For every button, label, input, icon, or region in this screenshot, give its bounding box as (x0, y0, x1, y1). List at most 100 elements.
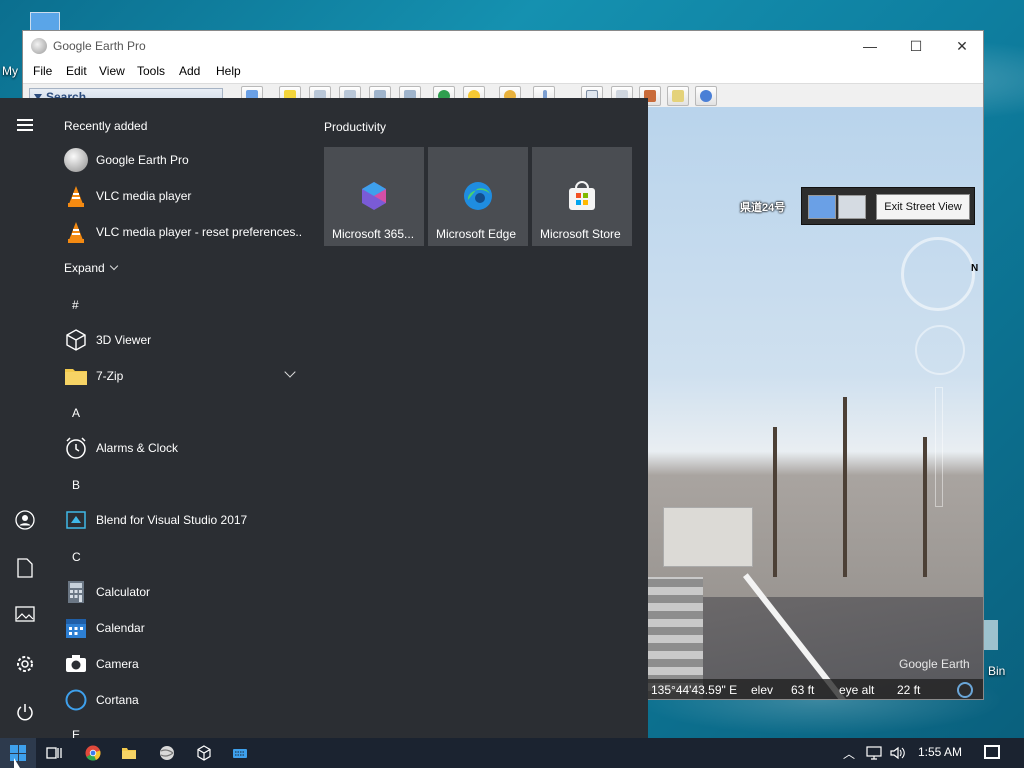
3d-viewer-icon (197, 745, 211, 761)
app-item-3d-viewer[interactable]: 3D Viewer (62, 324, 304, 356)
tile-microsoft-edge[interactable]: Microsoft Edge (428, 147, 528, 246)
chrome-icon (85, 745, 101, 761)
show-hidden-icons-chevron-up-icon[interactable]: ︿ (843, 745, 855, 762)
eye-alt-label: eye alt (839, 683, 875, 697)
eye-alt-value: 22 ft (897, 683, 921, 697)
start-rail (0, 98, 50, 738)
streaming-indicator-icon (957, 682, 973, 698)
close-button[interactable]: ✕ (939, 31, 983, 61)
longitude-readout: 135°44'43.59" E (651, 683, 738, 697)
app-label: Google Earth Pro (96, 153, 189, 167)
desktop-icon-recycle-bin[interactable]: Bin (984, 620, 1024, 680)
action-center-icon[interactable] (984, 745, 1000, 759)
google-earth-icon (31, 38, 47, 54)
alarm-clock-icon (64, 436, 88, 460)
taskbar-google-earth[interactable] (149, 738, 185, 768)
compass-ring[interactable] (901, 237, 975, 311)
app-item-cortana[interactable]: Cortana (62, 684, 304, 716)
app-label: VLC media player - reset preferences... (96, 225, 302, 239)
cortana-icon (64, 688, 88, 712)
menu-tools[interactable]: Tools (137, 64, 165, 78)
app-item-blend[interactable]: Blend for Visual Studio 2017 (62, 504, 304, 536)
pegman-icon[interactable] (808, 195, 836, 219)
recently-added-header: Recently added (64, 119, 148, 133)
view-in-maps-button[interactable] (667, 86, 689, 106)
taskbar: ︿ 1:55 AM (0, 738, 1024, 768)
app-label: 7-Zip (96, 369, 124, 383)
group-header-b[interactable]: B (72, 478, 80, 492)
tiles-group-header: Productivity (324, 120, 387, 134)
edge-icon (462, 180, 494, 212)
earth-gallery-button[interactable] (695, 86, 717, 106)
mouse-cursor (14, 758, 20, 768)
app-item-7-zip[interactable]: 7-Zip (62, 360, 304, 392)
window-title: Google Earth Pro (53, 39, 146, 53)
menu-add[interactable]: Add (179, 64, 200, 78)
group-header-hash[interactable]: # (72, 298, 79, 312)
title-bar[interactable]: Google Earth Pro — ☐ ✕ (23, 31, 983, 61)
app-item-google-earth-pro[interactable]: Google Earth Pro (62, 144, 304, 176)
group-header-c[interactable]: C (72, 550, 81, 564)
zoom-slider[interactable] (935, 387, 943, 507)
tile-microsoft-store[interactable]: Microsoft Store (532, 147, 632, 246)
google-earth-icon (160, 746, 174, 760)
user-account-icon[interactable] (13, 510, 37, 534)
maximize-button[interactable]: ☐ (893, 31, 939, 61)
building-view-icon[interactable] (838, 195, 866, 219)
chevron-down-icon (109, 261, 118, 271)
desktop-icon-label: My (2, 64, 18, 78)
volume-icon[interactable] (889, 745, 905, 761)
app-item-calendar[interactable]: Calendar (62, 612, 304, 644)
hamburger-menu-icon[interactable] (13, 116, 37, 140)
clock[interactable]: 1:55 AM (918, 745, 962, 759)
google-earth-icon (64, 148, 88, 172)
vlc-icon (64, 184, 88, 208)
recycle-bin-icon (984, 620, 998, 650)
north-indicator: N (971, 263, 979, 274)
taskbar-file-explorer[interactable] (111, 738, 147, 768)
menu-help[interactable]: Help (216, 64, 241, 78)
look-joystick[interactable] (915, 325, 965, 375)
pictures-icon[interactable] (13, 606, 37, 630)
app-label: Camera (96, 657, 139, 671)
group-header-a[interactable]: A (72, 406, 80, 420)
taskbar-chrome[interactable] (75, 738, 111, 768)
menu-file[interactable]: File (33, 64, 52, 78)
taskbar-keyboard[interactable] (222, 738, 258, 768)
tile-microsoft-365[interactable]: Microsoft 365... (324, 147, 424, 246)
status-bar: " N 135°44'43.59" E elev 63 ft eye alt 2… (623, 679, 983, 699)
start-menu: Recently added Google Earth Pro VLC medi… (0, 98, 648, 742)
power-icon[interactable] (13, 702, 37, 726)
google-earth-watermark: Google Earth (899, 657, 970, 671)
network-icon[interactable] (866, 745, 882, 761)
app-item-vlc-reset[interactable]: VLC media player - reset preferences... (62, 216, 304, 248)
app-item-vlc[interactable]: VLC media player (62, 180, 304, 212)
road-sign-label: 県道24号 (740, 202, 786, 214)
calculator-icon (64, 580, 88, 604)
tile-label: Microsoft Store (540, 227, 621, 241)
settings-gear-icon[interactable] (13, 654, 37, 678)
app-item-alarms-clock[interactable]: Alarms & Clock (62, 432, 304, 464)
documents-icon[interactable] (13, 558, 37, 582)
menu-view[interactable]: View (99, 64, 125, 78)
app-item-calculator[interactable]: Calculator (62, 576, 304, 608)
street-view-controls: Exit Street View (801, 187, 975, 225)
task-view-button[interactable] (36, 738, 72, 768)
exit-street-view-button[interactable]: Exit Street View (876, 194, 970, 220)
map-icon (672, 90, 684, 102)
tile-label: Microsoft 365... (332, 227, 415, 241)
building (663, 507, 753, 567)
expand-button[interactable]: Expand (64, 261, 118, 275)
vlc-icon (64, 220, 88, 244)
app-list: Recently added Google Earth Pro VLC medi… (50, 98, 316, 742)
app-item-camera[interactable]: Camera (62, 648, 304, 680)
app-label: Calendar (96, 621, 145, 635)
keyboard-icon (233, 749, 247, 758)
expand-label: Expand (64, 261, 105, 275)
menu-edit[interactable]: Edit (66, 64, 87, 78)
taskbar-3d-viewer[interactable] (186, 738, 222, 768)
minimize-button[interactable]: — (847, 31, 893, 61)
tree (773, 427, 777, 577)
app-label: 3D Viewer (96, 333, 152, 347)
desktop-icon-label: Bin (988, 664, 1006, 678)
